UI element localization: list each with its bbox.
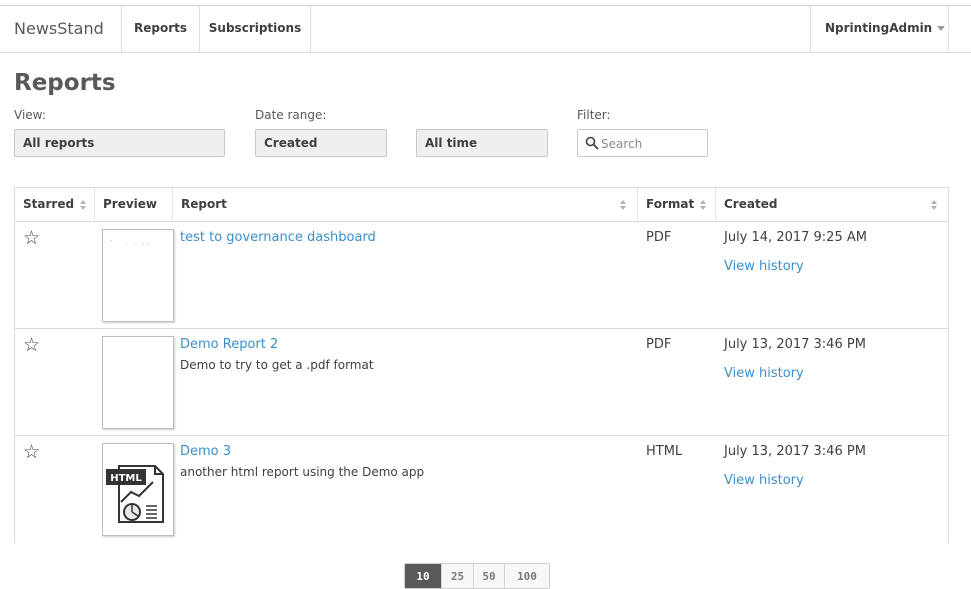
table-row: ☆ HTML Demo 3 another html report using …	[15, 436, 948, 543]
view-history-link[interactable]: View history	[724, 259, 804, 274]
report-description: Demo to try to get a .pdf format	[180, 358, 374, 372]
column-preview: Preview	[95, 188, 173, 222]
report-preview-thumbnail[interactable]: HTML	[102, 443, 174, 536]
column-report[interactable]: Report	[173, 188, 638, 222]
page-title: Reports	[14, 70, 116, 96]
star-icon[interactable]: ☆	[23, 442, 40, 462]
report-format: HTML	[646, 444, 683, 459]
star-icon[interactable]: ☆	[23, 335, 40, 355]
column-label: Preview	[103, 197, 158, 211]
table-row: ☆ Demo Report 2 Demo to try to get a .pd…	[15, 329, 948, 436]
page-size-25-button[interactable]: 25	[442, 564, 474, 588]
report-preview-thumbnail[interactable]	[102, 229, 174, 322]
column-created[interactable]: Created	[716, 188, 948, 222]
user-name: NprintingAdmin	[825, 21, 933, 35]
report-created: July 13, 2017 3:46 PM	[724, 337, 866, 352]
page-size-selector: 10 25 50 100	[404, 563, 550, 589]
report-title-link[interactable]: Demo Report 2	[180, 337, 278, 352]
page-size-100-button[interactable]: 100	[505, 564, 549, 588]
tab-reports[interactable]: Reports	[121, 6, 199, 53]
view-history-link[interactable]: View history	[724, 473, 804, 488]
report-created: July 13, 2017 3:46 PM	[724, 444, 866, 459]
table-row: ☆ test to governance dashboard PDF July …	[15, 222, 948, 329]
sort-icon	[931, 200, 938, 210]
top-nav: NewsStand Reports Subscriptions Nprintin…	[0, 5, 971, 53]
column-format[interactable]: Format	[638, 188, 716, 222]
tab-subscriptions[interactable]: Subscriptions	[199, 6, 311, 53]
view-label: View:	[14, 108, 46, 122]
report-format: PDF	[646, 230, 672, 245]
report-preview-thumbnail[interactable]	[102, 336, 174, 429]
table-header: Starred Preview Report Format Created	[15, 188, 948, 222]
thumb-badge: HTML	[110, 473, 142, 484]
date-field-dropdown[interactable]: Created	[255, 129, 387, 157]
html-document-icon: HTML	[106, 465, 164, 523]
date-period-dropdown[interactable]: All time	[416, 129, 548, 157]
column-label: Created	[724, 197, 778, 211]
report-created: July 14, 2017 9:25 AM	[724, 230, 867, 245]
report-description: another html report using the Demo app	[180, 465, 425, 479]
user-menu[interactable]: NprintingAdmin	[810, 6, 949, 53]
sort-icon	[80, 199, 87, 210]
view-dropdown[interactable]: All reports	[14, 129, 225, 157]
reports-table: Starred Preview Report Format Created ☆ …	[14, 187, 949, 543]
search-input[interactable]	[601, 134, 701, 153]
column-label: Report	[181, 197, 227, 211]
date-range-label: Date range:	[255, 108, 327, 122]
search-icon	[585, 136, 599, 150]
chevron-down-icon	[937, 26, 946, 31]
report-format: PDF	[646, 337, 672, 352]
page-size-10-button[interactable]: 10	[405, 564, 442, 588]
sort-icon	[700, 199, 707, 210]
page-size-50-button[interactable]: 50	[474, 564, 505, 588]
filter-label: Filter:	[577, 108, 611, 122]
column-starred[interactable]: Starred	[15, 188, 95, 222]
sort-icon	[620, 200, 627, 210]
view-history-link[interactable]: View history	[724, 366, 804, 381]
report-title-link[interactable]: test to governance dashboard	[180, 230, 376, 245]
star-icon[interactable]: ☆	[23, 228, 40, 248]
blank-preview-icon	[111, 240, 149, 244]
column-label: Starred	[23, 197, 75, 211]
brand-logo[interactable]: NewsStand	[14, 6, 104, 53]
report-title-link[interactable]: Demo 3	[180, 444, 231, 459]
column-label: Format	[646, 197, 695, 211]
search-box[interactable]	[577, 129, 708, 157]
